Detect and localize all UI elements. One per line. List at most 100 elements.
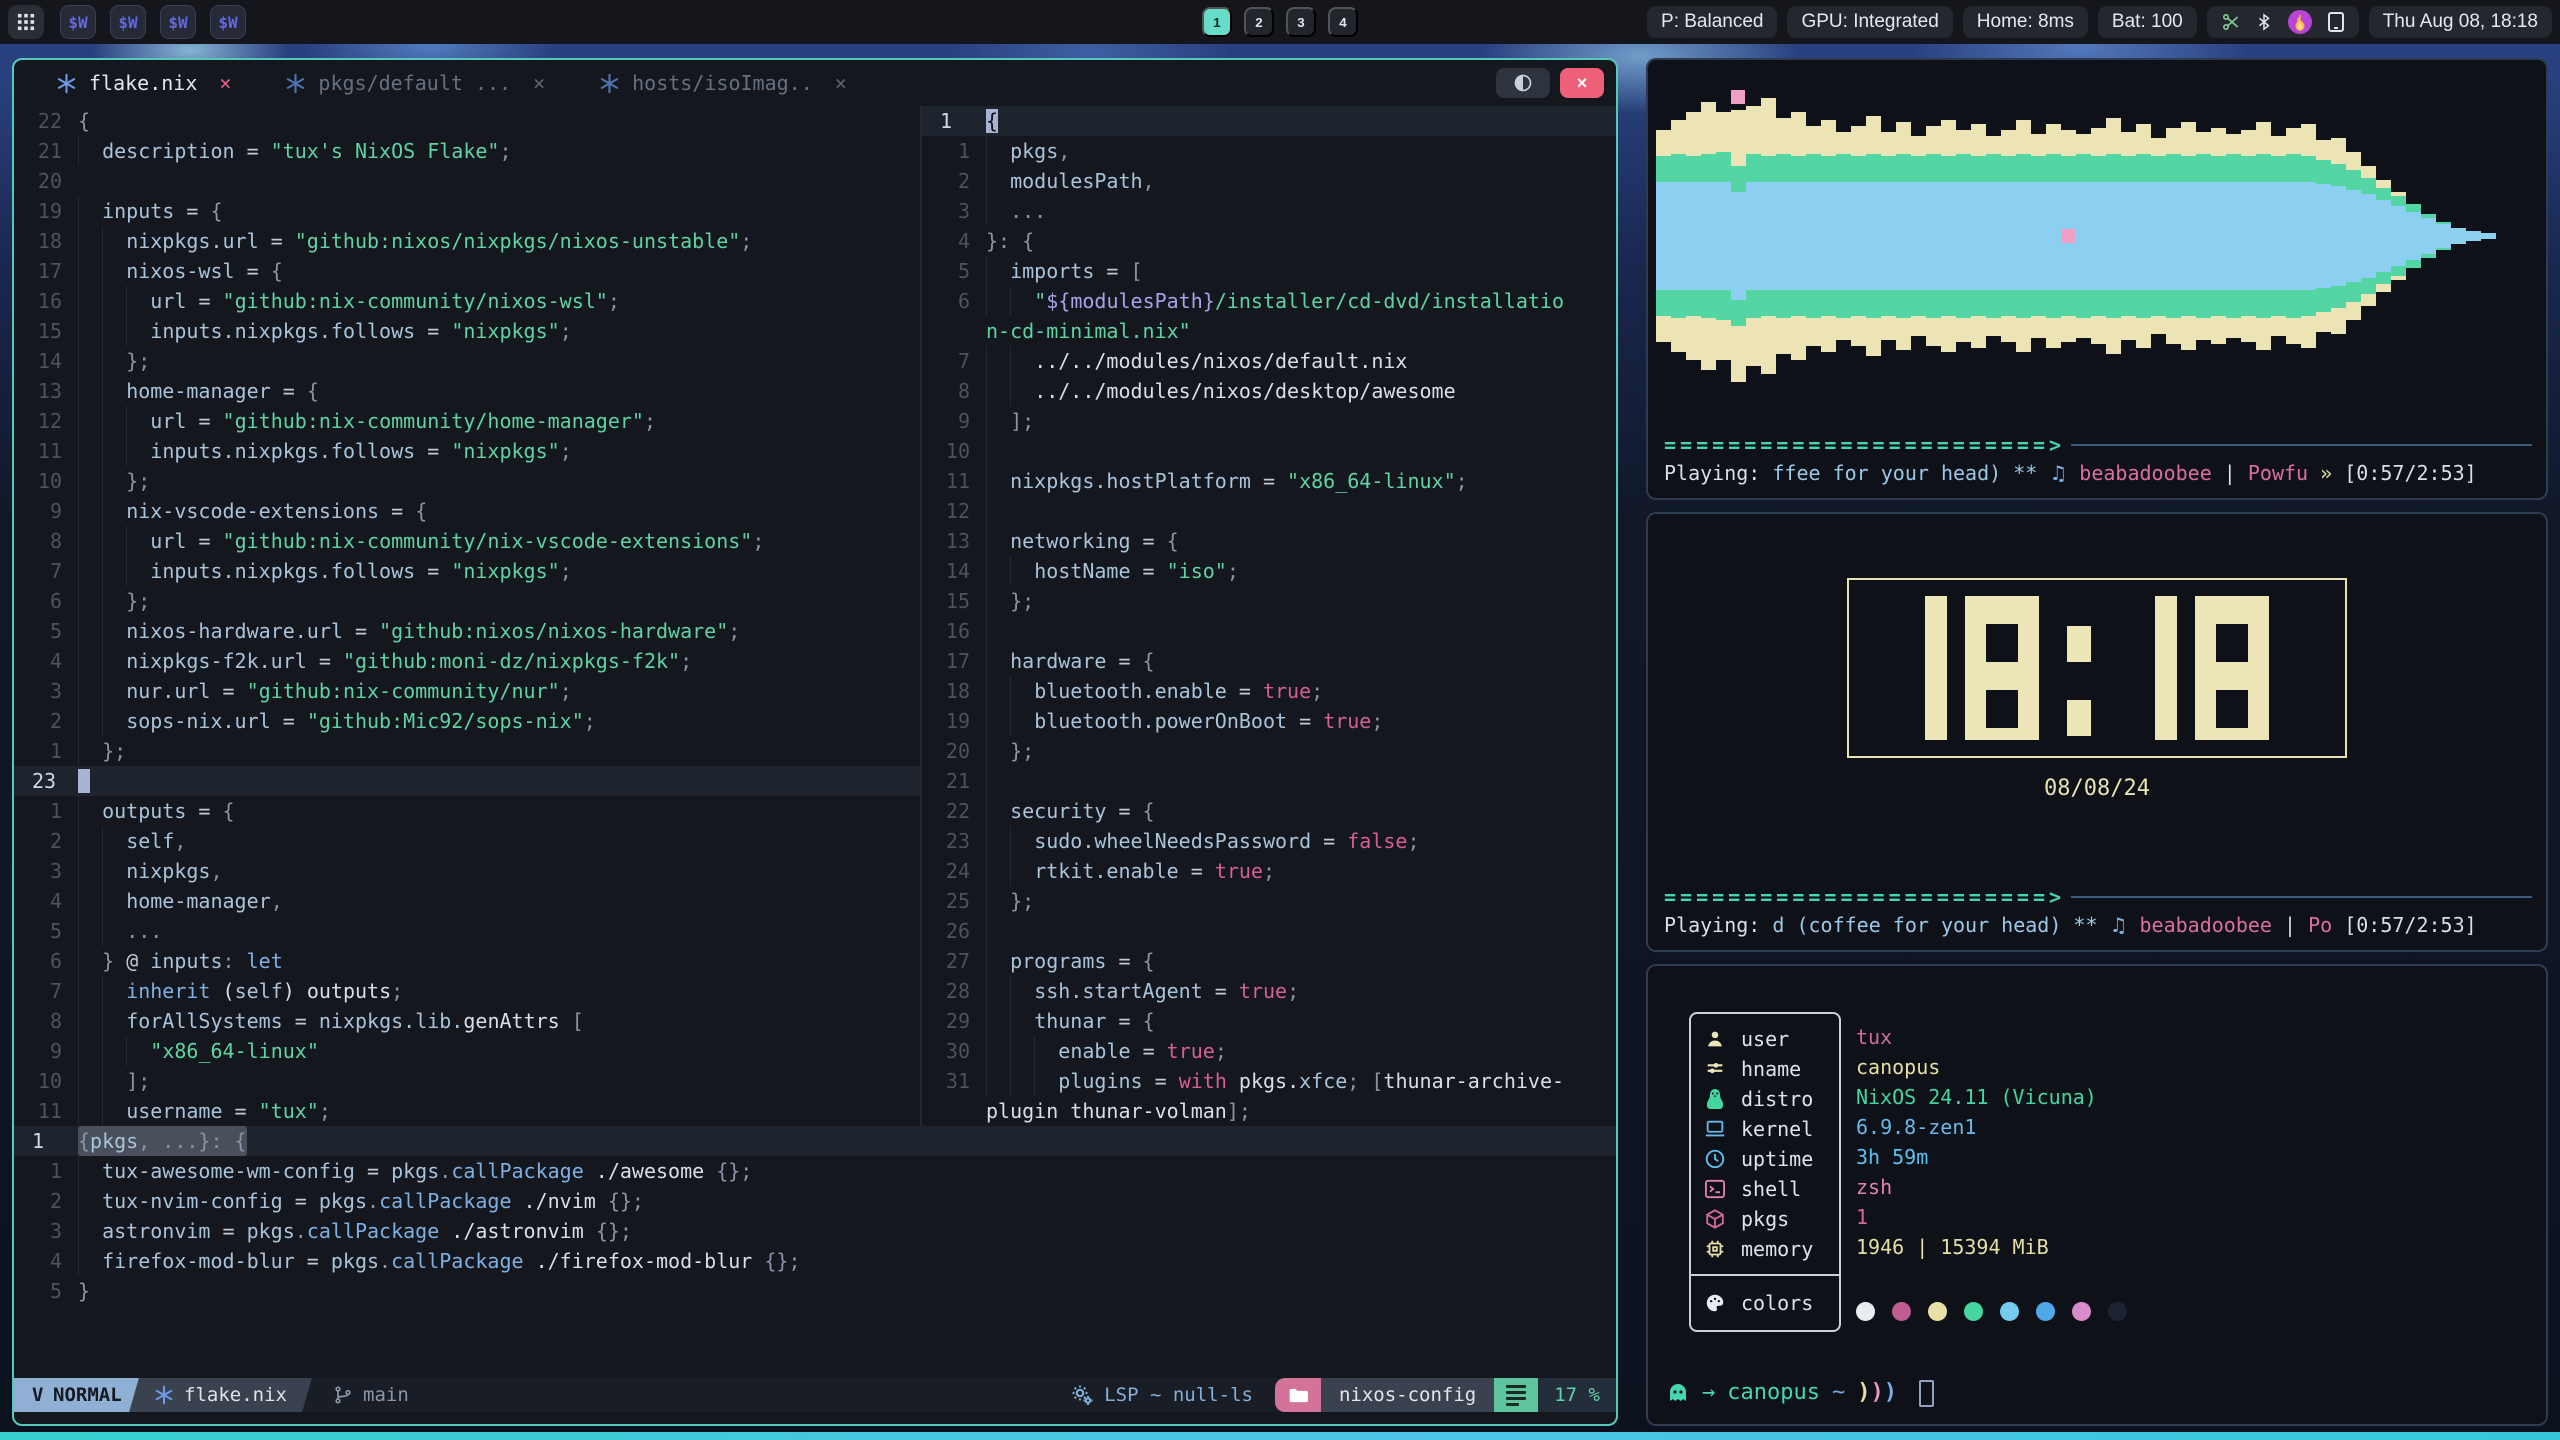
editor-splits: 22{21 description = "tux's NixOS Flake";… <box>14 106 1616 1126</box>
visualizer-bar <box>2391 192 2406 280</box>
now-playing-segment: » <box>2308 461 2344 485</box>
code-line: 10 }; <box>14 466 920 496</box>
top-bar: $W $W $W $W 1234 P: Balanced GPU: Integrate… <box>0 0 2560 44</box>
code-line: 12 url = "github:nix-community/home-mana… <box>14 406 920 436</box>
grid-icon <box>17 13 35 31</box>
now-playing-segment: | <box>2272 913 2308 937</box>
fetch-value-pkgs: 1 <box>1856 1202 2097 1232</box>
code-line: 18 bluetooth.enable = true; <box>922 676 1616 706</box>
ping-label: Home: 8ms <box>1977 11 2074 33</box>
gears-icon <box>1070 1383 1094 1407</box>
close-icon[interactable]: × <box>533 68 545 98</box>
palette-dot <box>1856 1302 1875 1321</box>
line-number: 5 <box>14 916 78 946</box>
iso-config-pane[interactable]: 1{1 pkgs,2 modulesPath,3 ...4}: {5 impor… <box>922 106 1616 1126</box>
tag-button-1[interactable]: 1 <box>1202 7 1232 37</box>
clock-digit <box>2067 596 2091 740</box>
visualizer-bar <box>1971 124 1986 348</box>
pkgs-default-pane[interactable]: 1{pkgs, ...}: {1 tux-awesome-wm-config =… <box>14 1126 1616 1306</box>
code-line: 1 }; <box>14 736 920 766</box>
window-toggle-button[interactable] <box>1496 68 1550 98</box>
bluetooth-icon[interactable] <box>2255 13 2273 31</box>
status-widgets: P: Balanced GPU: Integrated Home: 8ms Ba… <box>1647 6 2560 38</box>
close-icon[interactable]: × <box>835 68 847 98</box>
window-close-button[interactable]: × <box>1560 68 1604 98</box>
visualizer-bar <box>1656 130 1671 342</box>
line-number: 10 <box>922 436 986 466</box>
prompt-chevron: ) <box>1870 1378 1883 1408</box>
tag-button-4[interactable]: 4 <box>1328 7 1358 37</box>
line-number: 3 <box>922 196 986 226</box>
system-fetch: userhnamedistrokerneluptimeshellpkgsmemo… <box>1648 966 2546 1424</box>
progress-equals: ========================> <box>1664 882 2065 912</box>
code-line: 10 ]; <box>14 1066 920 1096</box>
visualizer-bar <box>2241 130 2256 342</box>
visualizer-bar <box>1671 120 1686 352</box>
workspace-button-1[interactable]: $W <box>60 5 96 39</box>
tab-flake-nix[interactable]: flake.nix × <box>56 68 231 98</box>
visualizer-bar <box>2376 180 2391 292</box>
shell-prompt[interactable]: → canopus ~ ))) <box>1666 1378 1934 1408</box>
fetch-values: tuxcanopusNixOS 24.11 (Vicuna)6.9.8-zen1… <box>1856 1022 2097 1262</box>
visualizer-bar <box>2436 222 2451 250</box>
prompt-chevron: ) <box>1857 1378 1870 1408</box>
code-line: 3 astronvim = pkgs.callPackage ./astronv… <box>14 1216 1616 1246</box>
fetch-label: colors <box>1741 1288 1813 1318</box>
code-line: 10 <box>922 436 1616 466</box>
fetch-row-uptime: uptime <box>1691 1144 1839 1174</box>
line-number: 1 <box>14 736 78 766</box>
line-number: 29 <box>922 1006 986 1036</box>
tab-hosts-isoimage[interactable]: hosts/isoImag.. × <box>599 68 847 98</box>
now-playing-segment: Playing: <box>1664 913 1772 937</box>
fetch-label: user <box>1741 1024 1789 1054</box>
battery-widget: Bat: 100 <box>2098 6 2197 38</box>
gpu-label: GPU: Integrated <box>1801 11 1938 33</box>
line-number: 26 <box>922 916 986 946</box>
visualizer-bar <box>2031 134 2046 338</box>
code-line: 2 sops-nix.url = "github:Mic92/sops-nix"… <box>14 706 920 736</box>
tag-button-3[interactable]: 3 <box>1286 7 1316 37</box>
line-number: 5 <box>14 1276 78 1306</box>
workspace-button-4[interactable]: $W <box>210 5 246 39</box>
visualizer-bar <box>2271 136 2286 336</box>
line-number: 27 <box>922 946 986 976</box>
line-number <box>922 316 986 346</box>
close-icon[interactable]: × <box>219 68 231 98</box>
line-number: 9 <box>14 1036 78 1066</box>
scissors-icon[interactable] <box>2221 12 2241 32</box>
tab-pkgs-default[interactable]: pkgs/default ... × <box>285 68 545 98</box>
vim-icon: V <box>32 1380 43 1410</box>
flame-icon[interactable] <box>2287 9 2313 35</box>
visualizer-bar <box>2076 134 2091 338</box>
user-icon <box>1703 1028 1727 1050</box>
code-line: 8 ../../modules/nixos/desktop/awesome <box>922 376 1616 406</box>
line-number: 18 <box>922 676 986 706</box>
wallpaper-horizon-line <box>0 1432 2560 1440</box>
line-number: 6 <box>922 286 986 316</box>
ping-widget: Home: 8ms <box>1963 6 2088 38</box>
code-line: 31 plugins = with pkgs.xfce; [thunar-arc… <box>922 1066 1616 1096</box>
line-number: 23 <box>14 766 78 796</box>
workspace-button-2[interactable]: $W <box>110 5 146 39</box>
workspace-button-3[interactable]: $W <box>160 5 196 39</box>
line-number: 21 <box>922 766 986 796</box>
visualizer-bar <box>2406 204 2421 268</box>
visualizer-bar <box>2151 138 2166 334</box>
line-number: 31 <box>922 1066 986 1096</box>
fetch-row-colors: colors <box>1691 1288 1839 1318</box>
line-number: 1 <box>922 136 986 166</box>
flake-nix-pane[interactable]: 22{21 description = "tux's NixOS Flake";… <box>14 106 922 1126</box>
line-number: 4 <box>14 1246 78 1276</box>
line-number: 13 <box>922 526 986 556</box>
progress-rule <box>2071 444 2532 446</box>
code-line: 7 inherit (self) outputs; <box>14 976 920 1006</box>
line-number: 1 <box>14 796 78 826</box>
tag-button-2[interactable]: 2 <box>1244 7 1274 37</box>
nix-snowflake-icon <box>56 73 77 94</box>
mode-label: NORMAL <box>53 1380 122 1410</box>
app-launcher-button[interactable] <box>8 5 44 39</box>
code-line: 18 nixpkgs.url = "github:nixos/nixpkgs/n… <box>14 226 920 256</box>
lsp-label: LSP ~ null-ls <box>1104 1380 1253 1410</box>
line-number: 20 <box>922 736 986 766</box>
tablet-icon[interactable] <box>2327 11 2345 33</box>
